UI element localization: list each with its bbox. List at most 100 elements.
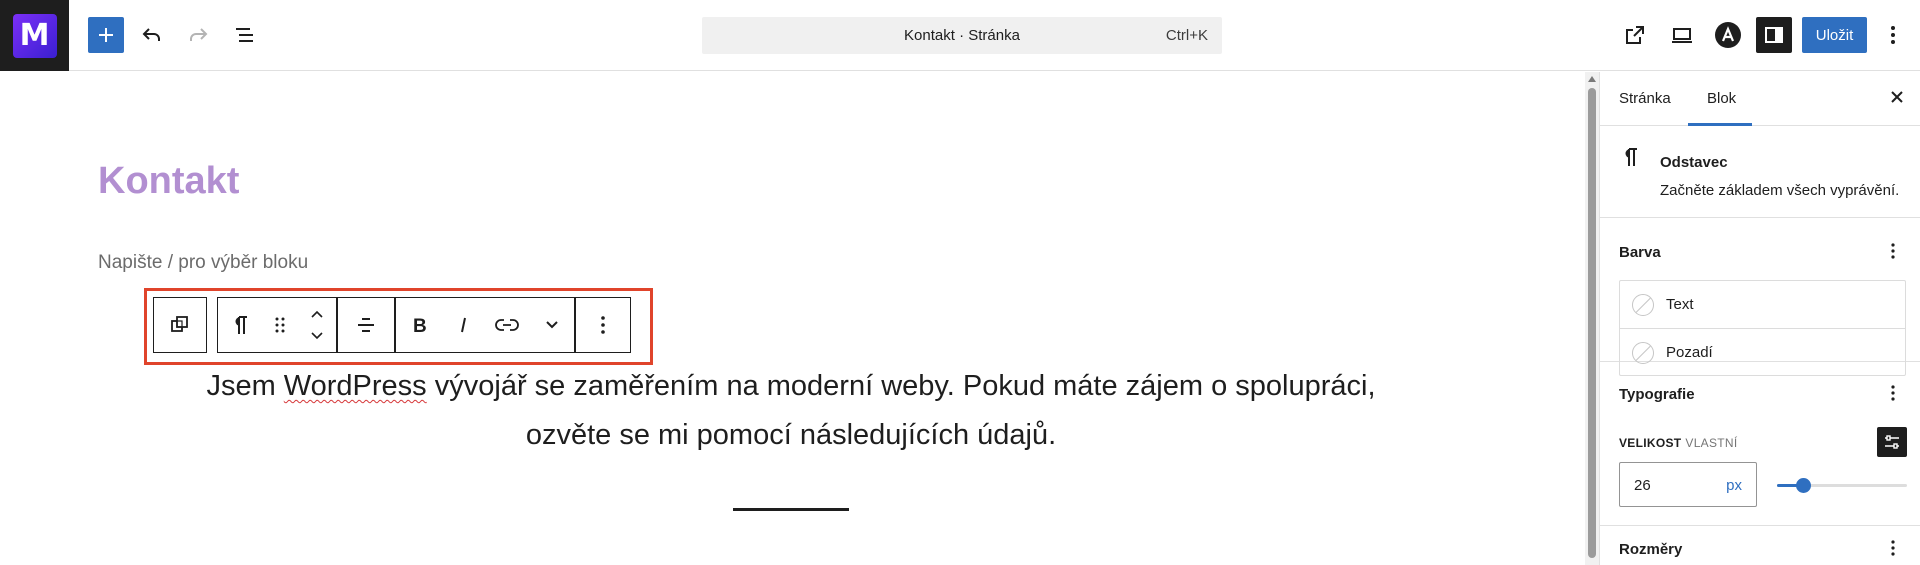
toolbar-group-align <box>337 297 395 353</box>
color-panel: Barva Text Pozadí <box>1600 218 1920 376</box>
align-text-button[interactable] <box>338 298 394 352</box>
link-icon <box>495 319 519 331</box>
scroll-up-arrow-icon[interactable] <box>1588 76 1596 82</box>
color-item-text[interactable]: Text <box>1620 281 1905 328</box>
theme-plugin-button[interactable] <box>1710 17 1746 53</box>
dimensions-panel-options-button[interactable] <box>1890 539 1896 562</box>
block-toolbar: B <box>153 297 631 353</box>
tab-page[interactable]: Stránka <box>1619 90 1671 107</box>
font-size-slider[interactable] <box>1777 478 1907 493</box>
bold-icon: B <box>413 316 427 335</box>
undo-icon <box>142 28 160 41</box>
close-sidebar-button[interactable] <box>1889 89 1905 109</box>
typography-panel-title[interactable]: Typografie <box>1619 386 1695 403</box>
settings-sidebar: Stránka Blok Odstavec Začněte základem v… <box>1599 72 1920 565</box>
drag-dots-icon <box>275 317 285 333</box>
undo-button[interactable] <box>134 17 170 53</box>
font-size-label-text: VELIKOST <box>1619 436 1682 450</box>
save-button[interactable]: Uložit <box>1802 17 1867 53</box>
document-title: Kontakt · Stránka <box>904 27 1020 44</box>
block-inserter-button[interactable] <box>88 17 124 53</box>
bold-button[interactable]: B <box>396 298 444 352</box>
page-title[interactable]: Kontakt <box>98 160 239 203</box>
color-panel-title[interactable]: Barva <box>1619 244 1661 261</box>
block-copy-icon <box>171 316 188 332</box>
paragraph-icon <box>1622 146 1638 175</box>
block-type-button[interactable] <box>218 298 262 352</box>
dimensions-panel-title[interactable]: Rozměry <box>1619 541 1682 558</box>
site-logo-icon: M <box>12 13 57 58</box>
paragraph-text-rest: vývojář se zaměřením na moderní weby. Po… <box>426 370 1376 451</box>
move-up-down-button[interactable] <box>298 298 336 352</box>
link-button[interactable] <box>484 298 530 352</box>
block-options-button[interactable] <box>576 298 630 352</box>
block-name: Odstavec <box>1660 154 1728 171</box>
block-card: Odstavec Začněte základem všech vyprávěn… <box>1600 126 1920 218</box>
document-overview-button[interactable] <box>227 17 263 53</box>
color-item-label: Pozadí <box>1666 344 1713 361</box>
redo-icon <box>190 28 208 41</box>
toolbar-group-block <box>217 297 337 353</box>
command-palette-bar[interactable]: Kontakt · Stránka Ctrl+K <box>702 17 1222 54</box>
font-size-mode: VLASTNÍ <box>1685 436 1738 450</box>
astra-logo-icon <box>1715 22 1741 48</box>
sliders-icon <box>1885 435 1899 449</box>
empty-swatch-icon <box>1632 342 1654 364</box>
view-page-button[interactable] <box>1617 17 1653 53</box>
editor-header: M Kontakt · Stránka Ctrl+K Uložit <box>0 0 1920 71</box>
more-vertical-icon <box>1891 540 1895 556</box>
italic-icon <box>461 317 466 333</box>
more-vertical-icon <box>1891 26 1895 44</box>
command-shortcut: Ctrl+K <box>1165 27 1208 44</box>
select-parent-button[interactable] <box>154 298 206 352</box>
dimensions-panel: Rozměry <box>1600 526 1920 565</box>
spellcheck-word: WordPress <box>283 370 427 402</box>
paragraph-block[interactable]: Jsem WordPress vývojář se zaměřením na m… <box>160 362 1422 460</box>
close-icon <box>1891 91 1903 103</box>
paragraph-text-start: Jsem <box>206 370 284 402</box>
align-center-icon <box>358 318 374 332</box>
toolbar-group-options <box>575 297 631 353</box>
more-vertical-icon <box>601 316 605 334</box>
sidebar-icon <box>1765 27 1783 43</box>
font-size-input[interactable]: 26 px <box>1619 462 1757 507</box>
typography-panel: Typografie VELIKOST VLASTNÍ 26 px <box>1600 362 1920 526</box>
external-link-icon <box>1626 26 1644 44</box>
paragraph-icon <box>235 316 247 334</box>
toolbar-group-parent <box>153 297 207 353</box>
list-view-icon <box>236 28 253 42</box>
more-vertical-icon <box>1891 385 1895 401</box>
color-panel-options-button[interactable] <box>1890 242 1896 265</box>
device-preview-button[interactable] <box>1664 17 1700 53</box>
color-item-label: Text <box>1666 296 1694 313</box>
font-size-label: VELIKOST VLASTNÍ <box>1619 436 1738 450</box>
redo-button[interactable] <box>180 17 216 53</box>
site-logo-button[interactable]: M <box>0 0 69 71</box>
slider-thumb[interactable] <box>1796 478 1811 493</box>
desktop-icon <box>1672 28 1692 43</box>
canvas-scrollbar[interactable] <box>1585 72 1599 565</box>
separator-block[interactable] <box>733 508 849 511</box>
options-menu-button[interactable] <box>1878 17 1908 53</box>
block-placeholder[interactable]: Napište / pro výběr bloku <box>98 252 308 274</box>
italic-button[interactable] <box>444 298 484 352</box>
font-size-settings-button[interactable] <box>1877 427 1907 457</box>
svg-text:B: B <box>413 316 427 335</box>
more-vertical-icon <box>1891 243 1895 259</box>
chevron-down-icon <box>546 321 558 329</box>
toolbar-group-format: B <box>395 297 575 353</box>
font-size-value: 26 <box>1634 477 1651 494</box>
editor-canvas: Kontakt Napište / pro výběr bloku B Jsem… <box>0 72 1585 565</box>
tab-block[interactable]: Blok <box>1707 90 1736 107</box>
settings-sidebar-toggle[interactable] <box>1756 17 1792 53</box>
chevron-up-down-icon <box>311 310 323 340</box>
scroll-thumb[interactable] <box>1588 88 1596 558</box>
drag-handle[interactable] <box>262 298 298 352</box>
sidebar-tabs: Stránka Blok <box>1600 72 1920 126</box>
empty-swatch-icon <box>1632 294 1654 316</box>
more-formats-button[interactable] <box>530 298 574 352</box>
typography-panel-options-button[interactable] <box>1890 384 1896 407</box>
block-description: Začněte základem všech vyprávění. <box>1660 182 1900 199</box>
font-size-unit-select[interactable]: px <box>1726 477 1742 494</box>
plus-icon <box>99 28 113 42</box>
